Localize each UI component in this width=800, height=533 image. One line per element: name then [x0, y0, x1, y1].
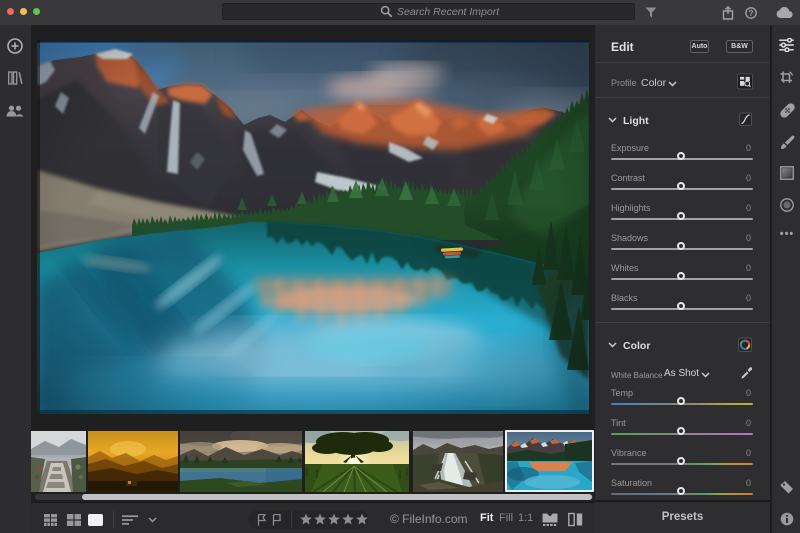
svg-text:?: ?: [749, 8, 754, 17]
